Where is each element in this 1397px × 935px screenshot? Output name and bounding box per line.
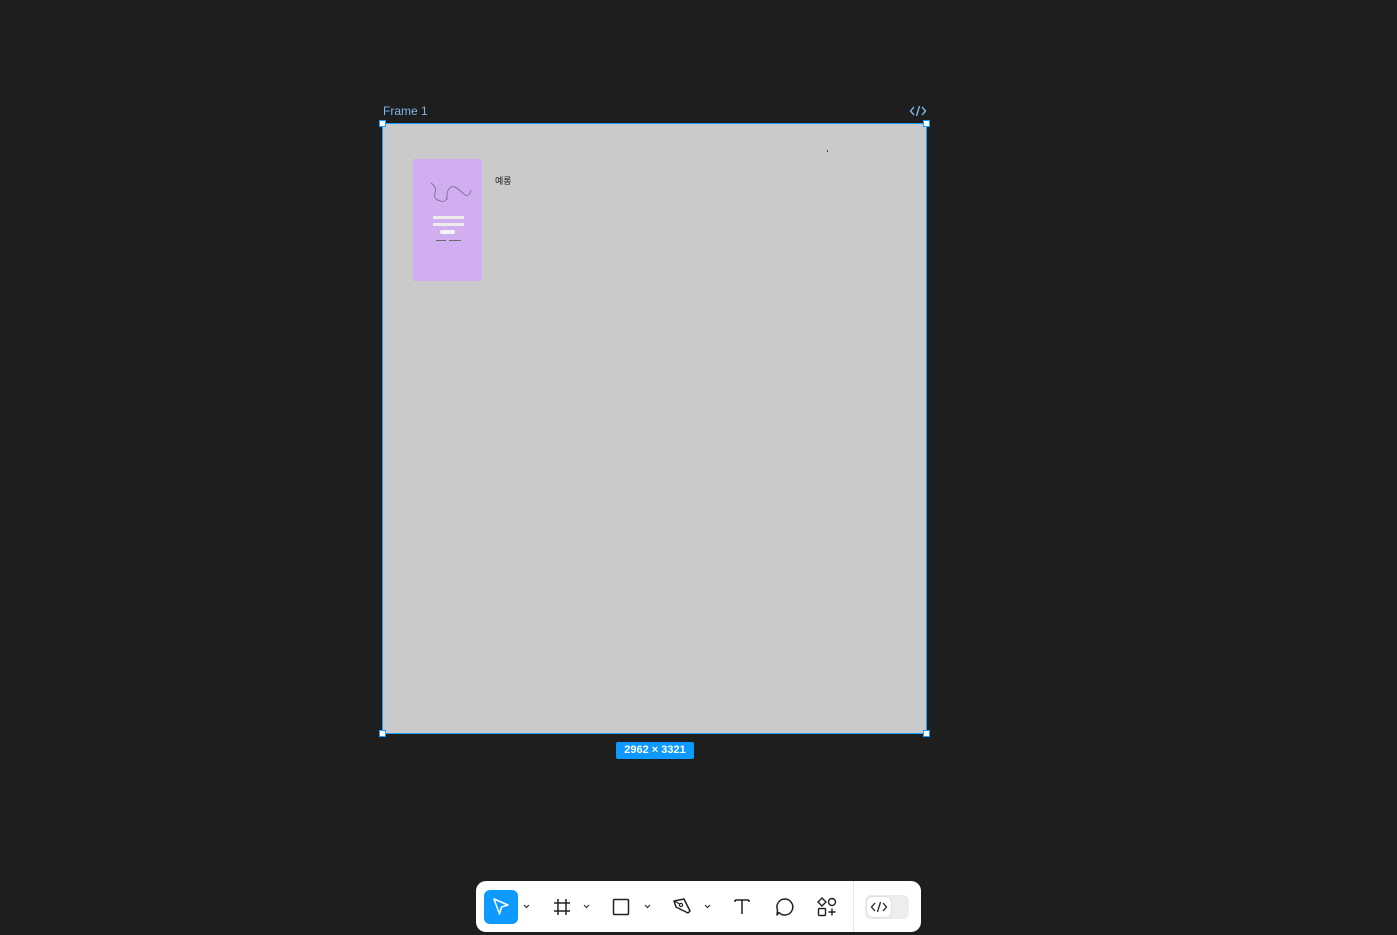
cursor-arrow-icon: [493, 898, 509, 915]
chevron-down-icon[interactable]: [522, 902, 531, 911]
pen-nib-icon: [673, 898, 691, 914]
resize-handle-top-right[interactable]: [923, 120, 930, 127]
dev-mode-toggle-knob: [867, 897, 891, 917]
frame-1[interactable]: 예롱: [382, 123, 927, 734]
shapes-plus-icon: [817, 897, 837, 917]
frame-tool-button[interactable]: [549, 894, 575, 920]
app-screen-thumbnail[interactable]: [413, 159, 482, 281]
hash-frame-icon: [554, 899, 570, 915]
frame-size-badge: 2962 × 3321: [616, 742, 694, 759]
footer-text-right: [449, 240, 461, 241]
text-tool-button[interactable]: [729, 894, 755, 920]
input-placeholder-2: [433, 223, 464, 226]
code-brackets-icon[interactable]: [909, 104, 927, 118]
squiggle-illustration-icon: [430, 182, 472, 202]
tiny-layer[interactable]: [827, 150, 828, 152]
frame-name-label[interactable]: Frame 1: [383, 104, 428, 118]
rectangle-icon: [612, 898, 630, 916]
resources-tool-button[interactable]: [814, 894, 840, 920]
resize-handle-bottom-left[interactable]: [379, 730, 386, 737]
shape-tool-button[interactable]: [608, 894, 634, 920]
chevron-down-icon[interactable]: [643, 902, 652, 911]
resize-handle-bottom-right[interactable]: [923, 730, 930, 737]
footer-text-left: [436, 240, 446, 241]
pen-tool-button[interactable]: [669, 894, 695, 920]
bottom-toolbar: [476, 881, 921, 932]
comment-tool-button[interactable]: [772, 894, 798, 920]
input-placeholder-1: [433, 216, 464, 219]
dev-mode-toggle[interactable]: [865, 895, 909, 919]
move-tool-button[interactable]: [484, 890, 518, 924]
frame-text-layer[interactable]: 예롱: [495, 174, 512, 187]
chevron-down-icon[interactable]: [703, 902, 712, 911]
toolbar-divider: [853, 881, 854, 932]
chevron-down-icon[interactable]: [582, 902, 591, 911]
thumbnail-button: [440, 230, 455, 234]
resize-handle-top-left[interactable]: [379, 120, 386, 127]
speech-bubble-icon: [776, 898, 794, 916]
code-brackets-icon: [870, 901, 888, 913]
text-T-icon: [734, 899, 750, 914]
